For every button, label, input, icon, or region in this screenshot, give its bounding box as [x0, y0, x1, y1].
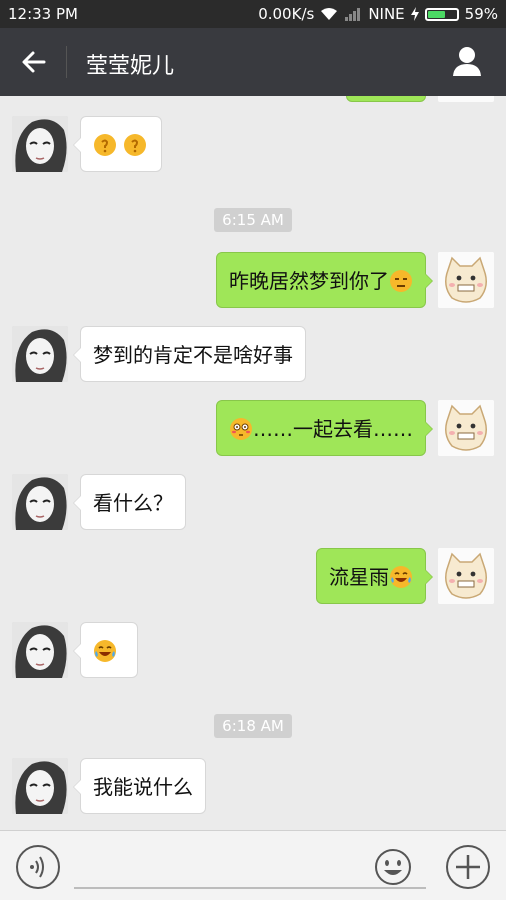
message-bubble-incoming[interactable]: [73, 116, 162, 172]
my-avatar[interactable]: [438, 548, 494, 604]
timestamp: 6:15 AM: [0, 208, 506, 232]
header-divider: [66, 46, 67, 78]
smiley-icon[interactable]: [374, 848, 412, 886]
message-bubble-outgoing[interactable]: 昨晚居然梦到你了: [216, 252, 433, 308]
charging-icon: [410, 7, 419, 21]
confused-emoji: [124, 134, 147, 156]
message-bubble-partial[interactable]: [346, 96, 426, 102]
voice-icon: [30, 856, 44, 878]
page-title: 莹莹妮儿: [86, 54, 175, 79]
battery-fill: [427, 10, 446, 18]
battery-icon: [424, 7, 459, 21]
message-bubble-incoming[interactable]: [73, 622, 138, 678]
message-bubble-incoming[interactable]: 我能说什么: [73, 758, 206, 814]
contact-avatar[interactable]: [12, 758, 68, 814]
message-bubble-incoming[interactable]: 看什么？: [73, 474, 186, 530]
battery-percent: 59%: [464, 5, 498, 23]
person-icon[interactable]: [450, 44, 484, 78]
message-input[interactable]: [74, 887, 426, 889]
voice-button[interactable]: [16, 845, 60, 889]
contact-avatar[interactable]: [12, 326, 68, 382]
contact-avatar[interactable]: [12, 622, 68, 678]
contact-avatar[interactable]: [12, 116, 68, 172]
contact-avatar[interactable]: [12, 474, 68, 530]
status-bar: 12:33 PM 0.00K/s NINE 59%: [0, 0, 506, 28]
status-right: 0.00K/s NINE 59%: [258, 5, 498, 23]
chat-header: 莹莹妮儿: [0, 28, 506, 96]
status-time: 12:33 PM: [8, 5, 78, 23]
carrier-name: NINE: [368, 5, 405, 23]
arrow-left-icon[interactable]: [18, 46, 50, 78]
plus-icon: [456, 855, 480, 879]
message-bubble-outgoing[interactable]: ……一起去看……: [216, 400, 433, 456]
plus-button[interactable]: [446, 845, 490, 889]
flushed-emoji: [230, 418, 252, 440]
message-text: 我能说什么: [93, 775, 193, 799]
message-list[interactable]: 6:15 AM 昨晚居然梦到你了 梦到的肯定不是啥好事 ……一起去看…… 看什么…: [0, 96, 506, 830]
input-bar: [0, 830, 506, 900]
message-text: 昨晚居然梦到你了: [229, 269, 389, 293]
message-text: 流星雨: [329, 565, 389, 589]
message-bubble-incoming[interactable]: 梦到的肯定不是啥好事: [73, 326, 306, 382]
network-speed: 0.00K/s: [258, 5, 315, 23]
wifi-icon: [321, 8, 338, 20]
unamused-emoji: [390, 270, 412, 292]
signal-icon: [345, 8, 361, 21]
my-avatar[interactable]: [438, 96, 494, 102]
message-text: 梦到的肯定不是啥好事: [93, 343, 293, 367]
tears-of-joy-emoji: [94, 640, 116, 662]
message-text: ……一起去看……: [253, 417, 413, 441]
my-avatar[interactable]: [438, 252, 494, 308]
timestamp: 6:18 AM: [0, 714, 506, 738]
confused-emoji: [94, 134, 116, 156]
message-bubble-outgoing[interactable]: 流星雨: [316, 548, 433, 604]
tears-of-joy-emoji: [390, 566, 412, 588]
my-avatar[interactable]: [438, 400, 494, 456]
message-text: 看什么？: [93, 491, 173, 515]
